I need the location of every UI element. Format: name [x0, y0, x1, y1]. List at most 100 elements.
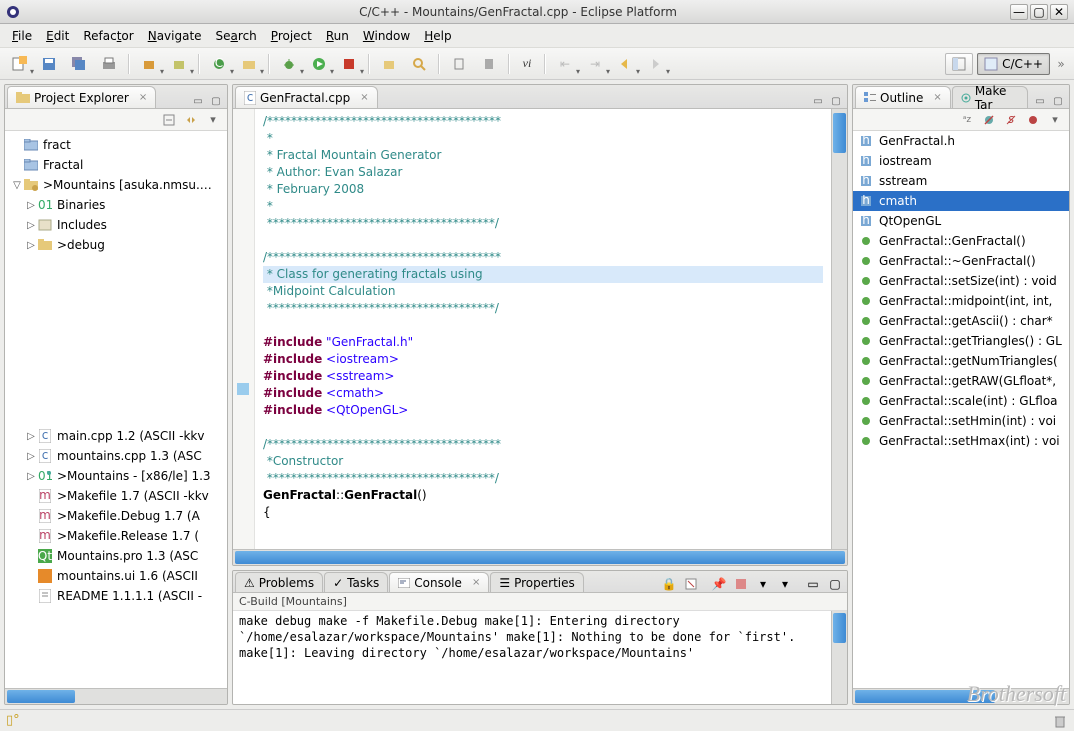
outline-item[interactable]: GenFractal::getTriangles() : GL: [853, 331, 1069, 351]
menu-help[interactable]: Help: [418, 27, 457, 45]
outline-item[interactable]: GenFractal::~GenFractal(): [853, 251, 1069, 271]
pin-button[interactable]: [476, 52, 502, 76]
maximize-view-icon[interactable]: ▢: [829, 94, 843, 108]
build-project-button[interactable]: [166, 52, 192, 76]
outline-item[interactable]: GenFractal::getNumTriangles(: [853, 351, 1069, 371]
tab-properties[interactable]: ☰Properties: [490, 572, 583, 592]
tab-make-targets[interactable]: Make Tar: [952, 86, 1028, 108]
collapse-all-icon[interactable]: [161, 112, 177, 128]
vi-mode-button[interactable]: vi: [516, 52, 538, 76]
tab-console[interactable]: Console×: [389, 572, 489, 592]
tree-node[interactable]: m>Makefile.Release 1.7 (: [7, 526, 225, 546]
new-class-button[interactable]: C: [206, 52, 232, 76]
tab-outline[interactable]: Outline×: [855, 86, 951, 108]
console-output[interactable]: make debug make -f Makefile.Debug make[1…: [233, 611, 831, 704]
search-button[interactable]: [406, 52, 432, 76]
toggle-mark-button[interactable]: [446, 52, 472, 76]
editor-gutter[interactable]: [233, 109, 255, 549]
minimize-view-icon[interactable]: ▭: [191, 94, 205, 108]
hide-nonpublic-icon[interactable]: [1025, 112, 1041, 128]
menu-navigate[interactable]: Navigate: [142, 27, 208, 45]
menu-window[interactable]: Window: [357, 27, 416, 45]
tab-project-explorer[interactable]: Project Explorer ×: [7, 86, 156, 108]
outline-item[interactable]: hsstream: [853, 171, 1069, 191]
outline-item[interactable]: hGenFractal.h: [853, 131, 1069, 151]
close-icon[interactable]: ×: [139, 92, 147, 103]
display-select-icon[interactable]: ▾: [755, 576, 771, 592]
menu-project[interactable]: Project: [265, 27, 318, 45]
outline-item[interactable]: hcmath: [853, 191, 1069, 211]
build-button[interactable]: [136, 52, 162, 76]
perspective-overflow-icon[interactable]: »: [1054, 57, 1068, 71]
project-hscrollbar[interactable]: [5, 688, 227, 704]
perspective-cpp[interactable]: C/C++: [977, 53, 1050, 75]
tree-node[interactable]: ▷cmountains.cpp 1.3 (ASC: [7, 446, 225, 466]
close-icon[interactable]: ×: [472, 577, 480, 588]
outline-list[interactable]: hGenFractal.hhiostreamhsstreamhcmathhQtO…: [853, 131, 1069, 688]
menu-edit[interactable]: Edit: [40, 27, 75, 45]
editor-hscrollbar[interactable]: [233, 549, 847, 565]
link-editor-icon[interactable]: [183, 112, 199, 128]
hide-fields-icon[interactable]: [981, 112, 997, 128]
tree-node[interactable]: ▷cmain.cpp 1.2 (ASCII -kkv: [7, 426, 225, 446]
save-all-button[interactable]: [66, 52, 92, 76]
back-button[interactable]: [612, 52, 638, 76]
open-console-icon[interactable]: ▾: [777, 576, 793, 592]
tab-problems[interactable]: ⚠Problems: [235, 572, 323, 592]
minimize-button[interactable]: —: [1010, 4, 1028, 20]
tree-node[interactable]: QtMountains.pro 1.3 (ASC: [7, 546, 225, 566]
outline-item[interactable]: GenFractal::midpoint(int, int,: [853, 291, 1069, 311]
view-menu-icon[interactable]: ▾: [1047, 112, 1063, 128]
outline-item[interactable]: hQtOpenGL: [853, 211, 1069, 231]
close-icon[interactable]: ×: [360, 92, 368, 103]
close-button[interactable]: ✕: [1050, 4, 1068, 20]
tree-node[interactable]: m>Makefile 1.7 (ASCII -kkv: [7, 486, 225, 506]
external-tools-button[interactable]: [336, 52, 362, 76]
forward-button[interactable]: [642, 52, 668, 76]
menu-search[interactable]: Search: [210, 27, 263, 45]
outline-item[interactable]: GenFractal::getRAW(GLfloat*,: [853, 371, 1069, 391]
tab-editor-file[interactable]: c GenFractal.cpp ×: [235, 86, 378, 108]
minimize-view-icon[interactable]: ▭: [805, 576, 821, 592]
project-tree[interactable]: fractFractal▽>Mountains [asuka.nmsu.…▷01…: [5, 131, 227, 421]
tab-tasks[interactable]: ✓Tasks: [324, 572, 388, 592]
close-icon[interactable]: ×: [933, 92, 941, 103]
outline-item[interactable]: GenFractal::setHmax(int) : voi: [853, 431, 1069, 451]
tree-node[interactable]: ▷010>Mountains - [x86/le] 1.3: [7, 466, 225, 486]
new-folder-button[interactable]: [236, 52, 262, 76]
minimize-view-icon[interactable]: ▭: [1033, 94, 1047, 108]
project-tree-lower[interactable]: ▷cmain.cpp 1.2 (ASCII -kkv▷cmountains.cp…: [5, 421, 227, 688]
outline-item[interactable]: hiostream: [853, 151, 1069, 171]
debug-button[interactable]: [276, 52, 302, 76]
clear-console-icon[interactable]: [683, 576, 699, 592]
outline-item[interactable]: GenFractal::scale(int) : GLfloa: [853, 391, 1069, 411]
sort-icon[interactable]: ᵃz: [959, 112, 975, 128]
new-button[interactable]: [6, 52, 32, 76]
code-area[interactable]: /***************************************…: [255, 109, 831, 549]
outline-item[interactable]: GenFractal::setHmin(int) : voi: [853, 411, 1069, 431]
run-button[interactable]: [306, 52, 332, 76]
nav-prev-button[interactable]: ⇤: [552, 52, 578, 76]
maximize-view-icon[interactable]: ▢: [1051, 94, 1065, 108]
outline-item[interactable]: GenFractal::setSize(int) : void: [853, 271, 1069, 291]
open-type-button[interactable]: [376, 52, 402, 76]
gc-icon[interactable]: [1052, 714, 1068, 728]
editor-vscrollbar[interactable]: [831, 109, 847, 549]
lock-scroll-icon[interactable]: 🔒: [661, 576, 677, 592]
tree-node[interactable]: ▽>Mountains [asuka.nmsu.…: [7, 175, 225, 195]
console-vscrollbar[interactable]: [831, 611, 847, 704]
tree-node[interactable]: ▷Includes: [7, 215, 225, 235]
outline-item[interactable]: GenFractal::getAscii() : char*: [853, 311, 1069, 331]
tree-node[interactable]: m>Makefile.Debug 1.7 (A: [7, 506, 225, 526]
tree-node[interactable]: ▷>debug: [7, 235, 225, 255]
tree-node[interactable]: README 1.1.1.1 (ASCII -: [7, 586, 225, 606]
maximize-button[interactable]: ▢: [1030, 4, 1048, 20]
tree-node[interactable]: Fractal: [7, 155, 225, 175]
tree-node[interactable]: mountains.ui 1.6 (ASCII: [7, 566, 225, 586]
menu-refactor[interactable]: Refactor: [77, 27, 139, 45]
tree-node[interactable]: fract: [7, 135, 225, 155]
tree-node[interactable]: ▷010Binaries: [7, 195, 225, 215]
maximize-view-icon[interactable]: ▢: [209, 94, 223, 108]
outline-hscrollbar[interactable]: [853, 688, 1069, 704]
maximize-view-icon[interactable]: ▢: [827, 576, 843, 592]
